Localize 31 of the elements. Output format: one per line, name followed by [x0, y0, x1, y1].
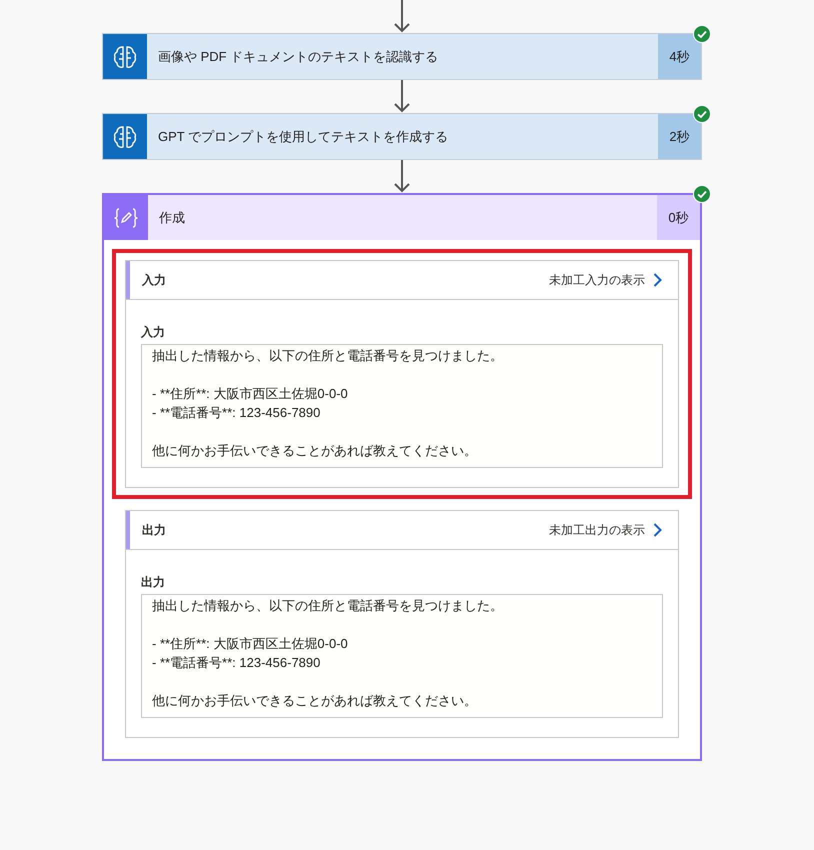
chevron-right-icon [653, 523, 662, 537]
action-title: GPT でプロンプトを使用してテキストを作成する [158, 128, 448, 146]
brain-icon [112, 44, 138, 70]
duration-label: 4秒 [669, 48, 690, 66]
duration-label: 0秒 [668, 208, 689, 227]
text-line: 他に何かお手伝いできることがあれば教えてください。 [152, 692, 478, 710]
text-line: - **電話番号**: 123-456-7890 [152, 404, 322, 422]
action-title: 画像や PDF ドキュメントのテキストを認識する [158, 48, 438, 66]
action-card[interactable]: 画像や PDF ドキュメントのテキストを認識する 4秒 [102, 33, 702, 80]
show-raw-link[interactable]: 未加工出力の表示 [549, 521, 662, 539]
action-card[interactable] [102, 193, 702, 761]
down-arrow [394, 0, 410, 33]
show-raw-link[interactable]: 未加工入力の表示 [549, 271, 662, 289]
section-header: 出力 [142, 522, 166, 539]
field-label: 入力 [141, 324, 166, 340]
text-line: - **住所**: 大阪市西区土佐堀0-0-0 [152, 385, 349, 403]
text-line: 抽出した情報から、以下の住所と電話番号を見つけました。 [152, 347, 504, 365]
down-arrow [394, 160, 410, 193]
curly-braces-pencil-icon [113, 206, 139, 228]
section-header: 入力 [142, 272, 166, 289]
down-arrow [394, 80, 410, 113]
text-line: - **電話番号**: 123-456-7890 [152, 654, 322, 672]
text-line: - **住所**: 大阪市西区土佐堀0-0-0 [152, 635, 349, 653]
text-line: 抽出した情報から、以下の住所と電話番号を見つけました。 [152, 597, 504, 615]
action-card[interactable]: GPT でプロンプトを使用してテキストを作成する 2秒 [102, 113, 702, 160]
chevron-right-icon [653, 273, 662, 287]
text-line: 他に何かお手伝いできることがあれば教えてください。 [152, 442, 478, 460]
action-title: 作成 [159, 208, 185, 227]
brain-icon [112, 124, 138, 150]
duration-label: 2秒 [669, 128, 690, 146]
field-label: 出力 [141, 574, 166, 590]
